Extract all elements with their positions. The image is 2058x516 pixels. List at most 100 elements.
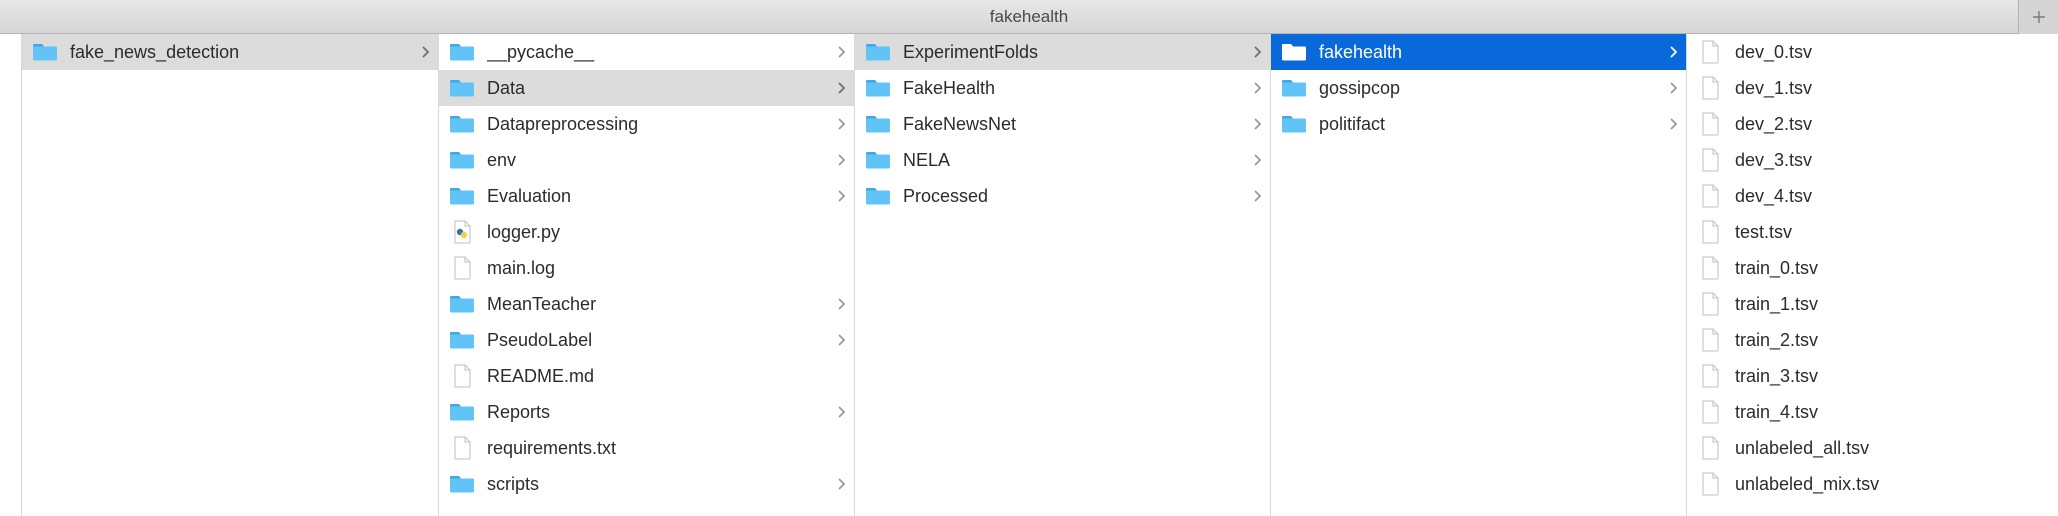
column-4[interactable]: fakehealth gossipcop politifact bbox=[1271, 34, 1687, 516]
folder-icon bbox=[449, 149, 475, 171]
file-icon bbox=[449, 437, 475, 459]
chevron-right-icon bbox=[1669, 82, 1678, 94]
file-row[interactable]: dev_4.tsv bbox=[1687, 178, 2057, 214]
file-row[interactable]: gossipcop bbox=[1271, 70, 1686, 106]
chevron-right-icon bbox=[1253, 154, 1262, 166]
file-row[interactable]: dev_0.tsv bbox=[1687, 34, 2057, 70]
file-icon bbox=[1697, 401, 1723, 423]
file-label: env bbox=[487, 150, 831, 171]
folder-icon bbox=[449, 401, 475, 423]
chevron-right-icon bbox=[837, 46, 846, 58]
file-icon bbox=[1697, 293, 1723, 315]
window-titlebar: fakehealth bbox=[0, 0, 2058, 34]
file-label: Data bbox=[487, 78, 831, 99]
file-label: gossipcop bbox=[1319, 78, 1663, 99]
file-label: train_2.tsv bbox=[1735, 330, 2049, 351]
file-icon bbox=[1697, 149, 1723, 171]
file-row[interactable]: FakeHealth bbox=[855, 70, 1270, 106]
chevron-right-icon bbox=[1253, 190, 1262, 202]
file-row[interactable]: train_3.tsv bbox=[1687, 358, 2057, 394]
file-label: FakeHealth bbox=[903, 78, 1247, 99]
file-row[interactable]: train_0.tsv bbox=[1687, 250, 2057, 286]
file-label: dev_4.tsv bbox=[1735, 186, 2049, 207]
file-row[interactable]: train_1.tsv bbox=[1687, 286, 2057, 322]
chevron-right-icon bbox=[837, 298, 846, 310]
file-row[interactable]: FakeNewsNet bbox=[855, 106, 1270, 142]
file-label: MeanTeacher bbox=[487, 294, 831, 315]
file-label: logger.py bbox=[487, 222, 846, 243]
chevron-right-icon bbox=[837, 406, 846, 418]
file-row[interactable]: unlabeled_mix.tsv bbox=[1687, 466, 2057, 502]
column-1[interactable]: fake_news_detection bbox=[22, 34, 439, 516]
file-row[interactable]: Evaluation bbox=[439, 178, 854, 214]
folder-icon bbox=[449, 41, 475, 63]
file-icon bbox=[1697, 365, 1723, 387]
folder-icon bbox=[865, 41, 891, 63]
file-row[interactable]: Reports bbox=[439, 394, 854, 430]
file-row[interactable]: logger.py bbox=[439, 214, 854, 250]
file-row[interactable]: train_2.tsv bbox=[1687, 322, 2057, 358]
chevron-right-icon bbox=[1253, 82, 1262, 94]
file-icon bbox=[1697, 113, 1723, 135]
file-row[interactable]: unlabeled_all.tsv bbox=[1687, 430, 2057, 466]
chevron-right-icon bbox=[837, 82, 846, 94]
file-label: Reports bbox=[487, 402, 831, 423]
file-row[interactable]: README.md bbox=[439, 358, 854, 394]
file-label: README.md bbox=[487, 366, 846, 387]
folder-icon bbox=[449, 329, 475, 351]
file-label: main.log bbox=[487, 258, 846, 279]
file-row[interactable]: dev_2.tsv bbox=[1687, 106, 2057, 142]
column-3[interactable]: ExperimentFolds FakeHealth FakeNewsNet N… bbox=[855, 34, 1271, 516]
file-label: unlabeled_mix.tsv bbox=[1735, 474, 2049, 495]
chevron-right-icon bbox=[421, 46, 430, 58]
chevron-right-icon bbox=[1669, 118, 1678, 130]
file-label: __pycache__ bbox=[487, 42, 831, 63]
chevron-right-icon bbox=[1669, 46, 1678, 58]
file-row[interactable]: test.tsv bbox=[1687, 214, 2057, 250]
file-row[interactable]: Datapreprocessing bbox=[439, 106, 854, 142]
file-icon bbox=[1697, 437, 1723, 459]
file-row[interactable]: scripts bbox=[439, 466, 854, 502]
plus-icon bbox=[2031, 9, 2047, 25]
file-icon bbox=[1697, 473, 1723, 495]
folder-icon bbox=[865, 113, 891, 135]
file-label: train_4.tsv bbox=[1735, 402, 2049, 423]
file-row[interactable]: PseudoLabel bbox=[439, 322, 854, 358]
file-row[interactable]: dev_3.tsv bbox=[1687, 142, 2057, 178]
file-label: dev_1.tsv bbox=[1735, 78, 2049, 99]
file-row[interactable]: fakehealth bbox=[1271, 34, 1686, 70]
file-row[interactable]: ExperimentFolds bbox=[855, 34, 1270, 70]
file-icon bbox=[1697, 221, 1723, 243]
file-row[interactable]: main.log bbox=[439, 250, 854, 286]
file-row[interactable]: MeanTeacher bbox=[439, 286, 854, 322]
file-label: dev_3.tsv bbox=[1735, 150, 2049, 171]
file-row[interactable]: fake_news_detection bbox=[22, 34, 438, 70]
column-5[interactable]: dev_0.tsv dev_1.tsv dev_2.tsv dev_3.tsv … bbox=[1687, 34, 2057, 516]
file-icon bbox=[1697, 257, 1723, 279]
folder-icon bbox=[865, 185, 891, 207]
folder-icon bbox=[1281, 77, 1307, 99]
file-row[interactable]: NELA bbox=[855, 142, 1270, 178]
file-label: PseudoLabel bbox=[487, 330, 831, 351]
file-row[interactable]: env bbox=[439, 142, 854, 178]
new-tab-button[interactable] bbox=[2018, 0, 2058, 34]
column-2[interactable]: __pycache__ Data Datapreprocessing env E… bbox=[439, 34, 855, 516]
file-row[interactable]: train_4.tsv bbox=[1687, 394, 2057, 430]
chevron-right-icon bbox=[1253, 46, 1262, 58]
file-row[interactable]: dev_1.tsv bbox=[1687, 70, 2057, 106]
file-row[interactable]: politifact bbox=[1271, 106, 1686, 142]
window-title: fakehealth bbox=[990, 7, 1068, 27]
file-icon bbox=[449, 365, 475, 387]
chevron-right-icon bbox=[837, 334, 846, 346]
file-label: FakeNewsNet bbox=[903, 114, 1247, 135]
file-row[interactable]: __pycache__ bbox=[439, 34, 854, 70]
file-label: scripts bbox=[487, 474, 831, 495]
file-row[interactable]: requirements.txt bbox=[439, 430, 854, 466]
file-label: Datapreprocessing bbox=[487, 114, 831, 135]
file-label: dev_0.tsv bbox=[1735, 42, 2049, 63]
file-label: requirements.txt bbox=[487, 438, 846, 459]
file-row[interactable]: Processed bbox=[855, 178, 1270, 214]
folder-icon bbox=[1281, 113, 1307, 135]
file-label: Processed bbox=[903, 186, 1247, 207]
file-row[interactable]: Data bbox=[439, 70, 854, 106]
